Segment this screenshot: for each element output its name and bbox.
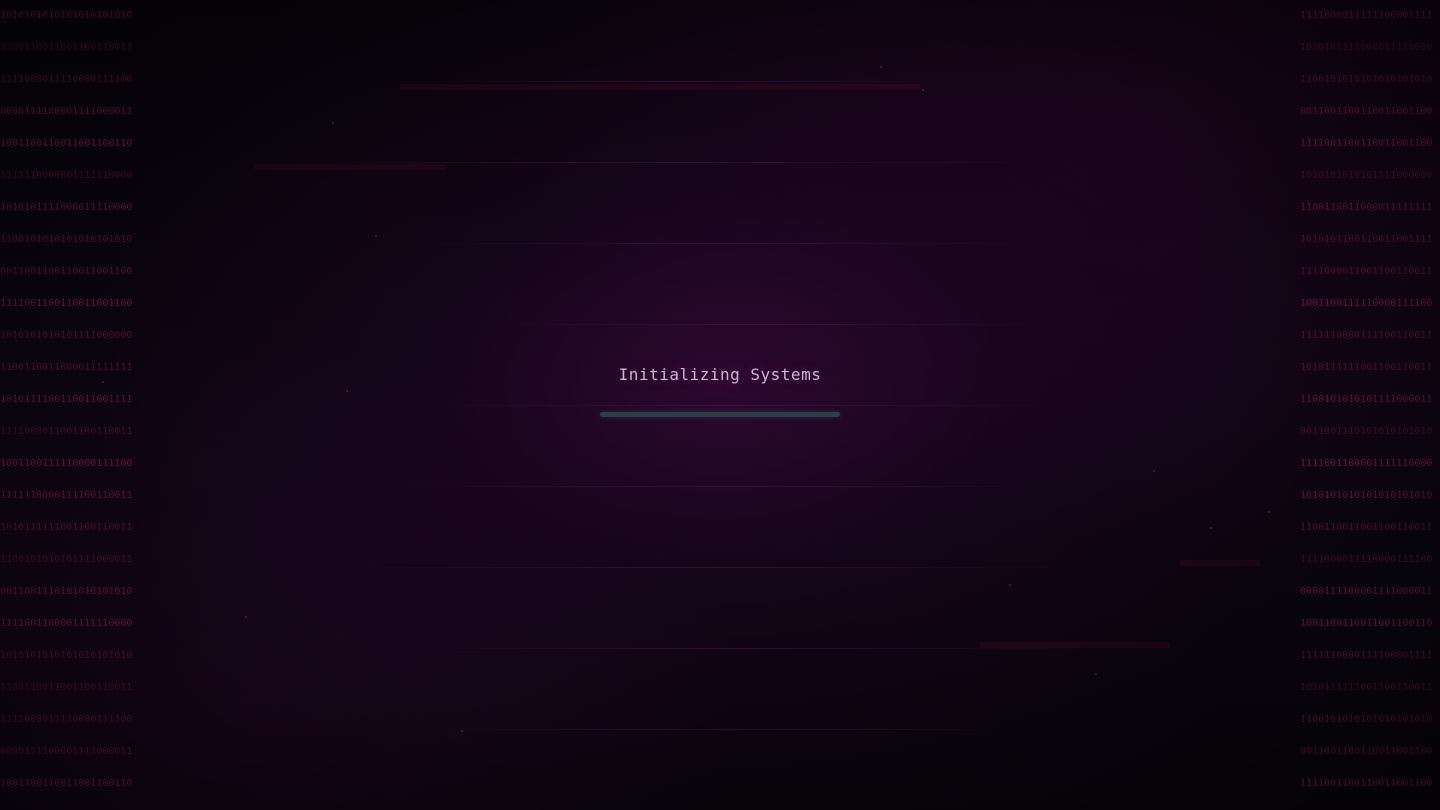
particle xyxy=(332,122,334,124)
binary-line: 1111001100001111110000 xyxy=(1300,458,1433,469)
binary-line: 1111001100001111110000 xyxy=(0,618,133,629)
particle xyxy=(245,616,247,618)
binary-line: 1111110000001111110000 xyxy=(0,170,133,181)
binary-line: 1001100111110000111100 xyxy=(0,458,133,469)
binary-line: 1111000011001100110011 xyxy=(0,426,133,437)
binary-line: 1111000011110000111100 xyxy=(0,714,133,725)
glitch-bar xyxy=(255,164,445,170)
binary-line: 1111000011001100110011 xyxy=(1300,266,1433,277)
binary-line: 1001100110011001100110 xyxy=(0,138,133,149)
binary-line: 1010111100110011001111 xyxy=(0,394,133,405)
binary-line: 1111000011110000111100 xyxy=(0,74,133,85)
binary-line: 1111000011110000111100 xyxy=(1300,554,1433,565)
binary-line: 1111001100110011001100 xyxy=(1300,138,1433,149)
binary-line: 1010111111001100110011 xyxy=(0,522,133,533)
binary-line: 1010101010101111000000 xyxy=(1300,170,1433,181)
glitch-bar xyxy=(400,84,920,90)
binary-line: 1010101111000011110000 xyxy=(0,202,133,213)
binary-line: 1111001100110011001100 xyxy=(0,298,133,309)
binary-line: 1111110000111100110011 xyxy=(0,490,133,501)
binary-line: 1010111111001100110011 xyxy=(1300,362,1433,373)
scanline xyxy=(380,648,1100,649)
binary-line: 1100110011001100110011 xyxy=(1300,522,1433,533)
binary-line: 0011001100110011001100 xyxy=(1300,106,1433,117)
scanline xyxy=(480,324,1060,325)
binary-line: 0000111100001111000011 xyxy=(0,106,133,117)
binary-rain-left: 1010101010101010101010 110011001100110011… xyxy=(0,0,140,800)
binary-line: 1111110000111100001111 xyxy=(1300,650,1433,661)
binary-line: 1010101010101010101010 xyxy=(0,650,133,661)
binary-line: 0011001110101010101010 xyxy=(0,586,133,597)
glitch-bar xyxy=(1180,560,1260,566)
particle xyxy=(102,381,104,383)
binary-line: 1111001100110011001100 xyxy=(1300,778,1433,789)
binary-line: 1010101010101010101010 xyxy=(0,10,133,21)
binary-rain-right: 1111000011111100001111 101010111100001111… xyxy=(1300,0,1440,800)
binary-line: 0011001100110011001100 xyxy=(1300,746,1433,757)
binary-line: 1001100110011001100110 xyxy=(0,778,133,789)
binary-line: 1100110011000011111111 xyxy=(1300,202,1433,213)
loader-panel: Initializing Systems xyxy=(540,350,900,430)
particle xyxy=(375,235,377,237)
scanline xyxy=(330,567,1090,568)
scanline xyxy=(380,486,1080,487)
binary-line: 0000111100001111000011 xyxy=(0,746,133,757)
particle xyxy=(880,66,882,68)
binary-line: 1010101111000011110000 xyxy=(1300,42,1433,53)
binary-line: 0011001100110011001100 xyxy=(0,266,133,277)
binary-line: 1010101100110011001111 xyxy=(1300,234,1433,245)
binary-line: 1100110011000011111111 xyxy=(0,362,133,373)
binary-line: 0000111100001111000011 xyxy=(1300,586,1433,597)
binary-line: 1111110000111100110011 xyxy=(1300,330,1433,341)
particle xyxy=(1268,511,1270,513)
binary-line: 1010101010101010101010 xyxy=(1300,490,1433,501)
binary-line: 1100101010101111000011 xyxy=(0,554,133,565)
particle xyxy=(1210,527,1212,529)
loading-title: Initializing Systems xyxy=(618,365,822,384)
particle xyxy=(1153,470,1155,472)
binary-line: 1100101010101010101010 xyxy=(0,234,133,245)
binary-line: 1100101010101010101010 xyxy=(1300,714,1433,725)
loading-screen: 1010101010101010101010 110011001100110011… xyxy=(0,0,1440,810)
binary-line: 1100110011001100110011 xyxy=(0,682,133,693)
binary-line: 1100110011001100110011 xyxy=(0,42,133,53)
scanline xyxy=(380,81,980,82)
particle xyxy=(461,730,463,732)
progress-bar xyxy=(600,412,840,417)
binary-line: 1100101010101111000011 xyxy=(1300,394,1433,405)
binary-line: 1010111111001100110011 xyxy=(1300,682,1433,693)
binary-line: 1100101010101010101010 xyxy=(1300,74,1433,85)
particle xyxy=(1009,584,1011,586)
binary-line: 1010101010101111000000 xyxy=(0,330,133,341)
scanline xyxy=(420,729,1040,730)
binary-line: 1111000011111100001111 xyxy=(1300,10,1433,21)
scanline xyxy=(270,162,1070,163)
particle xyxy=(1095,673,1097,675)
binary-line: 1001100110011001100110 xyxy=(1300,618,1433,629)
binary-line: 0011001110101010101010 xyxy=(1300,426,1433,437)
binary-line: 1001100111110000111100 xyxy=(1300,298,1433,309)
scanline xyxy=(400,243,1050,244)
particle xyxy=(922,89,924,91)
particle xyxy=(346,390,348,392)
